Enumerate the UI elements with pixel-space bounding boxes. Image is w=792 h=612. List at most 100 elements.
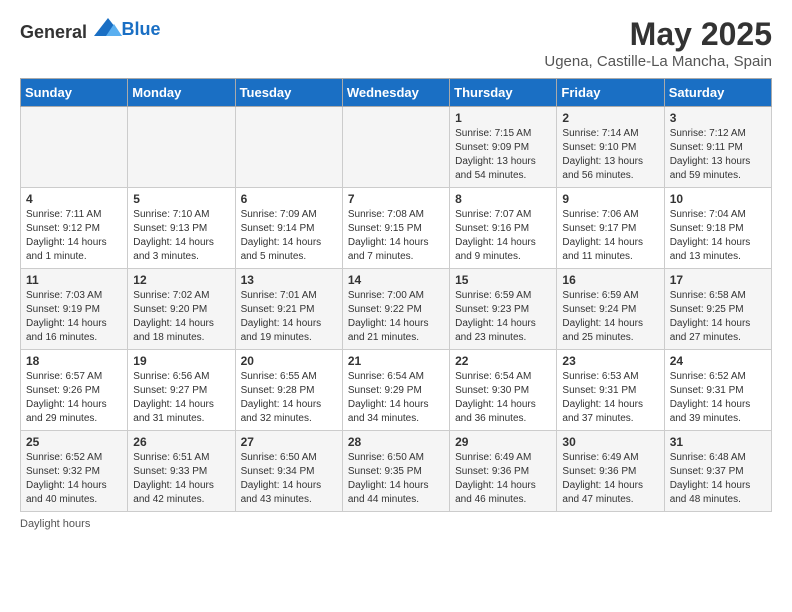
calendar-cell (235, 107, 342, 188)
week-row-5: 25Sunrise: 6:52 AM Sunset: 9:32 PM Dayli… (21, 431, 772, 512)
day-number: 30 (562, 435, 658, 449)
day-number: 21 (348, 354, 444, 368)
calendar-cell (128, 107, 235, 188)
week-row-3: 11 Sunrise: 7:03 AM Sunset: 9:19 PM Dayli… (21, 269, 772, 350)
calendar-cell: 27 Sunrise: 6:50 AM Sunset: 9:34 PM Dayli… (235, 431, 342, 512)
day-info: Sunrise: 6:52 AM Sunset: 9:32 PM Dayligh… (26, 451, 122, 507)
day-number: 3 (670, 111, 766, 125)
footer-text: Daylight hours (20, 518, 90, 530)
day-info: Sunrise: 6:53 AM Sunset: 9:31 PM Dayligh… (562, 370, 658, 426)
day-number: 1 (455, 111, 551, 125)
calendar-cell: 21 Sunrise: 6:54 AM Sunset: 9:29 PM Dayli… (342, 350, 449, 431)
day-info: Sunrise: 7:04 AM Sunset: 9:18 PM Dayligh… (670, 208, 766, 264)
logo-icon (94, 16, 122, 38)
week-row-1: 1 Sunrise: 7:15 AM Sunset: 9:09 PM Daylig… (21, 107, 772, 188)
logo: General Blue (20, 16, 161, 43)
calendar-cell: 31 Sunrise: 6:48 AM Sunset: 9:37 PM Dayli… (664, 431, 771, 512)
day-info: Sunrise: 6:49 AM Sunset: 9:36 PM Dayligh… (455, 451, 551, 507)
day-number: 16 (562, 273, 658, 287)
day-number: 23 (562, 354, 658, 368)
day-number: 19 (133, 354, 229, 368)
day-info: Sunrise: 6:51 AM Sunset: 9:33 PM Dayligh… (133, 451, 229, 507)
calendar-cell (342, 107, 449, 188)
footer: Daylight hours (20, 518, 772, 530)
calendar-cell: 9 Sunrise: 7:06 AM Sunset: 9:17 PM Daylig… (557, 188, 664, 269)
day-info: Sunrise: 6:50 AM Sunset: 9:35 PM Dayligh… (348, 451, 444, 507)
day-info: Sunrise: 7:10 AM Sunset: 9:13 PM Dayligh… (133, 208, 229, 264)
day-info: Sunrise: 6:56 AM Sunset: 9:27 PM Dayligh… (133, 370, 229, 426)
day-number: 7 (348, 192, 444, 206)
day-info: Sunrise: 6:48 AM Sunset: 9:37 PM Dayligh… (670, 451, 766, 507)
header-cell-thursday: Thursday (450, 79, 557, 107)
day-number: 13 (241, 273, 337, 287)
calendar-cell: 20 Sunrise: 6:55 AM Sunset: 9:28 PM Dayli… (235, 350, 342, 431)
calendar-cell: 11 Sunrise: 7:03 AM Sunset: 9:19 PM Dayli… (21, 269, 128, 350)
day-number: 27 (241, 435, 337, 449)
header-cell-sunday: Sunday (21, 79, 128, 107)
day-number: 12 (133, 273, 229, 287)
day-info: Sunrise: 7:11 AM Sunset: 9:12 PM Dayligh… (26, 208, 122, 264)
day-info: Sunrise: 7:02 AM Sunset: 9:20 PM Dayligh… (133, 289, 229, 345)
day-number: 24 (670, 354, 766, 368)
day-info: Sunrise: 6:57 AM Sunset: 9:26 PM Dayligh… (26, 370, 122, 426)
day-number: 26 (133, 435, 229, 449)
day-number: 2 (562, 111, 658, 125)
calendar-cell: 3Sunrise: 7:12 AM Sunset: 9:11 PM Daylig… (664, 107, 771, 188)
day-number: 20 (241, 354, 337, 368)
calendar-cell: 23 Sunrise: 6:53 AM Sunset: 9:31 PM Dayli… (557, 350, 664, 431)
title-section: May 2025 Ugena, Castille-La Mancha, Spai… (544, 16, 772, 70)
day-info: Sunrise: 7:15 AM Sunset: 9:09 PM Dayligh… (455, 127, 551, 183)
calendar-table: SundayMondayTuesdayWednesdayThursdayFrid… (20, 78, 772, 512)
calendar-cell: 19 Sunrise: 6:56 AM Sunset: 9:27 PM Dayli… (128, 350, 235, 431)
day-number: 28 (348, 435, 444, 449)
calendar-cell: 25Sunrise: 6:52 AM Sunset: 9:32 PM Dayli… (21, 431, 128, 512)
calendar-cell: 15Sunrise: 6:59 AM Sunset: 9:23 PM Dayli… (450, 269, 557, 350)
day-number: 10 (670, 192, 766, 206)
day-number: 6 (241, 192, 337, 206)
calendar-cell: 28 Sunrise: 6:50 AM Sunset: 9:35 PM Dayli… (342, 431, 449, 512)
header: General Blue May 2025 Ugena, Castille-La… (20, 16, 772, 70)
day-info: Sunrise: 6:55 AM Sunset: 9:28 PM Dayligh… (241, 370, 337, 426)
calendar-cell: 14Sunrise: 7:00 AM Sunset: 9:22 PM Dayli… (342, 269, 449, 350)
day-info: Sunrise: 6:54 AM Sunset: 9:30 PM Dayligh… (455, 370, 551, 426)
calendar-cell: 29 Sunrise: 6:49 AM Sunset: 9:36 PM Dayli… (450, 431, 557, 512)
day-info: Sunrise: 6:58 AM Sunset: 9:25 PM Dayligh… (670, 289, 766, 345)
day-number: 11 (26, 273, 122, 287)
day-number: 9 (562, 192, 658, 206)
calendar-cell: 16 Sunrise: 6:59 AM Sunset: 9:24 PM Dayli… (557, 269, 664, 350)
calendar-cell: 2 Sunrise: 7:14 AM Sunset: 9:10 PM Daylig… (557, 107, 664, 188)
day-info: Sunrise: 6:59 AM Sunset: 9:23 PM Dayligh… (455, 289, 551, 345)
day-number: 29 (455, 435, 551, 449)
calendar-cell: 22Sunrise: 6:54 AM Sunset: 9:30 PM Dayli… (450, 350, 557, 431)
calendar-cell: 26 Sunrise: 6:51 AM Sunset: 9:33 PM Dayli… (128, 431, 235, 512)
day-info: Sunrise: 7:08 AM Sunset: 9:15 PM Dayligh… (348, 208, 444, 264)
header-cell-monday: Monday (128, 79, 235, 107)
main-title: May 2025 (544, 16, 772, 53)
logo-general: General (20, 22, 87, 42)
day-info: Sunrise: 7:06 AM Sunset: 9:17 PM Dayligh… (562, 208, 658, 264)
day-info: Sunrise: 6:49 AM Sunset: 9:36 PM Dayligh… (562, 451, 658, 507)
calendar-cell: 12 Sunrise: 7:02 AM Sunset: 9:20 PM Dayli… (128, 269, 235, 350)
day-number: 31 (670, 435, 766, 449)
week-row-2: 4Sunrise: 7:11 AM Sunset: 9:12 PM Daylig… (21, 188, 772, 269)
header-cell-saturday: Saturday (664, 79, 771, 107)
day-number: 8 (455, 192, 551, 206)
day-info: Sunrise: 7:03 AM Sunset: 9:19 PM Dayligh… (26, 289, 122, 345)
day-info: Sunrise: 6:52 AM Sunset: 9:31 PM Dayligh… (670, 370, 766, 426)
calendar-cell: 24 Sunrise: 6:52 AM Sunset: 9:31 PM Dayli… (664, 350, 771, 431)
header-cell-tuesday: Tuesday (235, 79, 342, 107)
day-info: Sunrise: 6:59 AM Sunset: 9:24 PM Dayligh… (562, 289, 658, 345)
calendar-cell: 10 Sunrise: 7:04 AM Sunset: 9:18 PM Dayli… (664, 188, 771, 269)
day-info: Sunrise: 6:50 AM Sunset: 9:34 PM Dayligh… (241, 451, 337, 507)
calendar-cell: 4Sunrise: 7:11 AM Sunset: 9:12 PM Daylig… (21, 188, 128, 269)
calendar-cell: 1 Sunrise: 7:15 AM Sunset: 9:09 PM Daylig… (450, 107, 557, 188)
header-cell-wednesday: Wednesday (342, 79, 449, 107)
day-number: 14 (348, 273, 444, 287)
day-info: Sunrise: 7:09 AM Sunset: 9:14 PM Dayligh… (241, 208, 337, 264)
day-info: Sunrise: 7:14 AM Sunset: 9:10 PM Dayligh… (562, 127, 658, 183)
calendar-cell: 17Sunrise: 6:58 AM Sunset: 9:25 PM Dayli… (664, 269, 771, 350)
day-number: 5 (133, 192, 229, 206)
calendar-cell: 6 Sunrise: 7:09 AM Sunset: 9:14 PM Daylig… (235, 188, 342, 269)
day-info: Sunrise: 6:54 AM Sunset: 9:29 PM Dayligh… (348, 370, 444, 426)
calendar-cell (21, 107, 128, 188)
